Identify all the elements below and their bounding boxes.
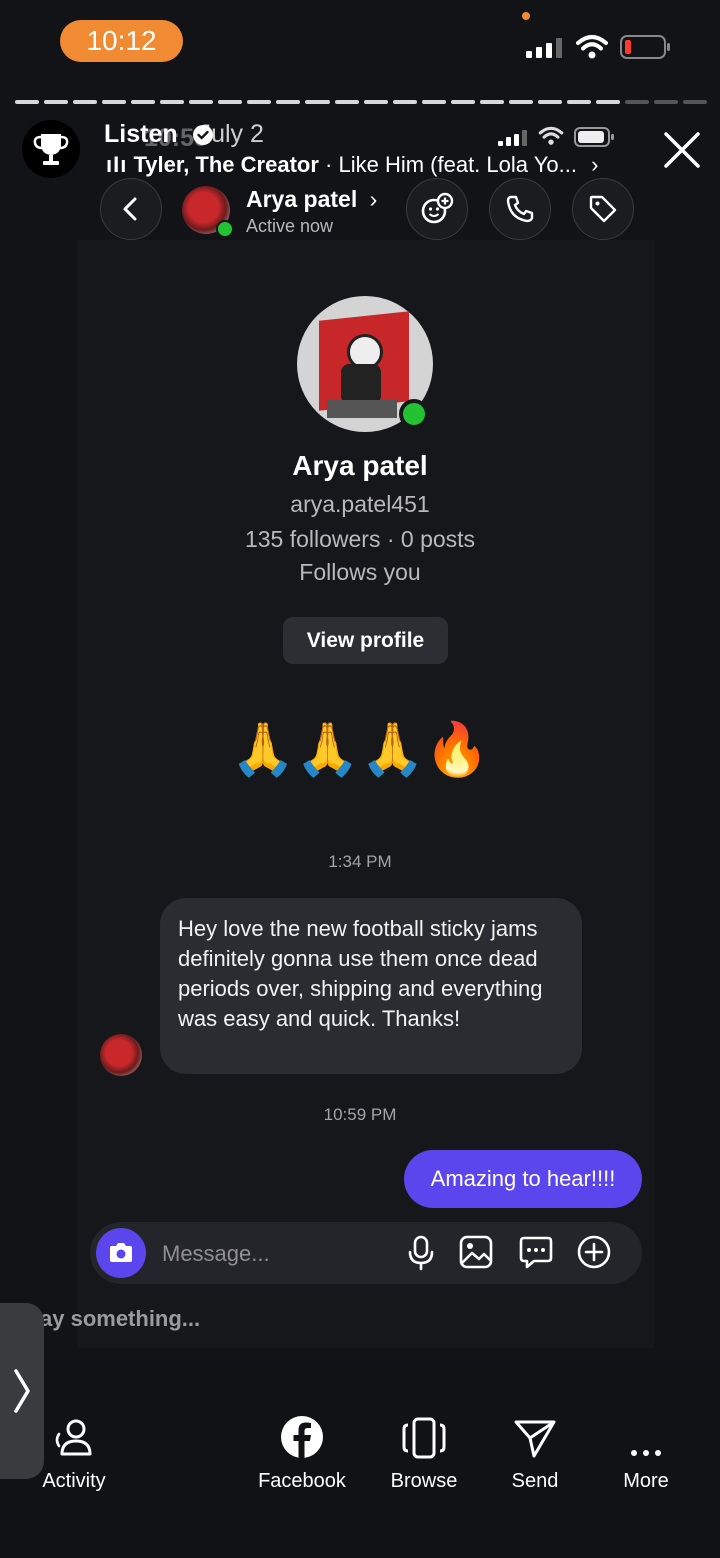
profile-online-dot (399, 399, 429, 429)
more-icon (631, 1450, 661, 1456)
story-progress-segment (392, 100, 417, 104)
nav-send-label: Send (511, 1470, 559, 1492)
profile-follows-you: Follows you (299, 559, 421, 585)
microphone-icon[interactable] (404, 1234, 438, 1272)
chevron-left-icon (123, 197, 137, 221)
nav-more-label: More (623, 1470, 669, 1492)
profile-stats: 135 followers · 0 posts (244, 526, 476, 552)
status-time: 10:12 (60, 20, 183, 62)
trophy-icon (33, 134, 69, 165)
story-progress-segment (566, 100, 591, 104)
chevron-right-icon: › (369, 186, 378, 212)
story-progress-segment (683, 100, 708, 104)
call-button[interactable] (489, 178, 551, 240)
story-progress-segment (218, 100, 243, 104)
story-progress-segment (73, 100, 98, 104)
facebook-icon (281, 1416, 323, 1458)
music-bars-icon: ıIı (106, 152, 128, 177)
story-avatar[interactable] (22, 120, 80, 178)
story-progress-segment (160, 100, 185, 104)
incoming-message-bubble[interactable]: Hey love the new football sticky jams de… (160, 898, 582, 1074)
story-progress-segment (247, 100, 272, 104)
chevron-right-icon (14, 1369, 30, 1413)
nav-facebook-label: Facebook (258, 1470, 346, 1492)
story-progress-segment (450, 100, 475, 104)
nav-facebook[interactable]: Facebook (242, 1365, 362, 1493)
phone-icon (506, 195, 534, 223)
story-progress-segment (421, 100, 446, 104)
add-icon[interactable] (576, 1234, 612, 1270)
nav-more[interactable]: More (586, 1365, 706, 1493)
chevron-right-icon: › (591, 152, 599, 177)
story-progress-segment (276, 100, 301, 104)
profile-name: Arya patel (292, 450, 428, 481)
story-progress-segment (44, 100, 69, 104)
music-track: · Like Him (feat. Lola Yo... (325, 152, 577, 177)
bottom-navigation: Activity Facebook Browse Send More (0, 1365, 720, 1558)
view-profile-button[interactable]: View profile (283, 617, 448, 664)
signal-icon (526, 38, 564, 58)
story-progress-segment (508, 100, 533, 104)
story-reply-input[interactable]: ay something... (40, 1306, 200, 1332)
add-people-icon (421, 192, 454, 224)
story-progress-segment (334, 100, 359, 104)
verified-badge-icon (193, 125, 213, 145)
add-people-button[interactable] (406, 178, 468, 240)
sticker-icon[interactable] (518, 1234, 554, 1270)
nav-browse[interactable]: Browse (364, 1365, 484, 1493)
profile-username: arya.patel451 (290, 491, 430, 517)
side-drawer-handle[interactable] (0, 1303, 44, 1479)
message-timestamp: 1:34 PM (328, 852, 392, 871)
story-progress-segment (131, 100, 156, 104)
inner-wifi-icon (538, 126, 564, 145)
send-icon (514, 1420, 556, 1458)
inner-signal-icon (498, 130, 528, 146)
inner-battery-icon (574, 127, 614, 147)
close-icon[interactable] (660, 128, 704, 172)
chat-header-name-text: Arya patel (246, 186, 358, 212)
browse-icon (402, 1417, 446, 1459)
camera-icon (110, 1243, 132, 1262)
chat-header-status: Active now (246, 216, 334, 236)
nav-browse-label: Browse (390, 1470, 458, 1492)
online-dot (216, 220, 234, 238)
wifi-icon (576, 35, 608, 59)
story-progress-segment (189, 100, 214, 104)
chat-header-name[interactable]: Arya patel › (246, 186, 377, 213)
emoji-message: 🙏🙏🙏🔥 (230, 720, 490, 780)
tag-button[interactable] (572, 178, 634, 240)
outgoing-message-bubble[interactable]: Amazing to hear!!!! (404, 1150, 642, 1208)
back-button[interactable] (100, 178, 162, 240)
tag-icon (589, 195, 617, 223)
privacy-indicator-dot (522, 12, 530, 20)
story-progress-segment (654, 100, 679, 104)
story-progress-segment (595, 100, 620, 104)
battery-icon (620, 35, 670, 59)
music-artist: Tyler, The Creator (133, 152, 319, 177)
gallery-icon[interactable] (458, 1234, 494, 1270)
music-attribution[interactable]: ıIı Tyler, The Creator · Like Him (feat.… (106, 152, 598, 178)
story-progress-bar (15, 100, 708, 104)
camera-button[interactable] (96, 1228, 146, 1278)
story-progress-segment (15, 100, 40, 104)
story-progress-segment (363, 100, 388, 104)
story-progress-segment (102, 100, 127, 104)
story-progress-segment (624, 100, 650, 104)
message-timestamp: 10:59 PM (323, 1105, 397, 1124)
story-progress-segment (479, 100, 504, 104)
activity-icon (55, 1419, 92, 1456)
nav-send[interactable]: Send (475, 1365, 595, 1493)
story-progress-segment (305, 100, 330, 104)
story-progress-segment (537, 100, 562, 104)
incoming-avatar[interactable] (100, 1034, 142, 1076)
message-input[interactable] (160, 1232, 394, 1276)
